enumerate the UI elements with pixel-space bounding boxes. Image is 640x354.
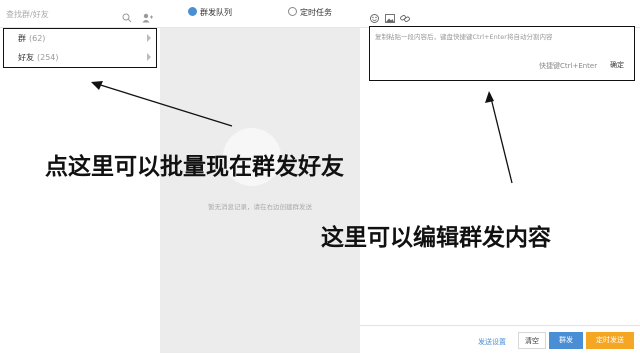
annotation-right: 这里可以编辑群发内容 <box>321 224 551 251</box>
send-button[interactable]: 群发 <box>549 332 583 349</box>
annotation-left: 点这里可以批量现在群发好友 <box>45 153 344 180</box>
send-settings-link[interactable]: 发送设置 <box>478 337 506 347</box>
scheduled-send-button[interactable]: 定时发送 <box>586 332 634 349</box>
clear-button[interactable]: 清空 <box>518 332 546 349</box>
footer-bar: 发送设置 清空 群发 定时发送 <box>360 325 640 354</box>
